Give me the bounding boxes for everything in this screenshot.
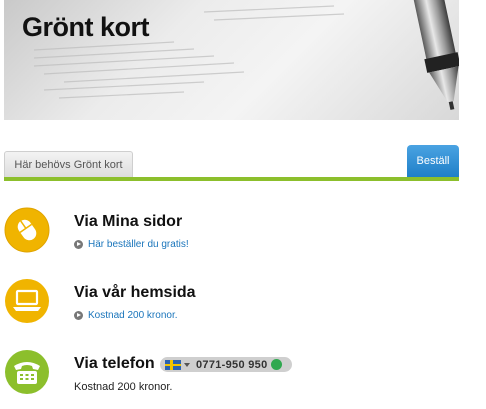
arrow-bullet-icon	[74, 311, 83, 320]
page-title: Grönt kort	[22, 12, 150, 42]
call-icon[interactable]	[270, 359, 282, 370]
option-link[interactable]: Här beställer du gratis!	[74, 239, 189, 250]
tab-har-behovs[interactable]: Här behövs Grönt kort	[4, 151, 133, 178]
option-link-text[interactable]: Kostnad 200 kronor.	[88, 310, 178, 321]
swedish-flag-icon	[165, 359, 181, 370]
laptop-icon	[5, 279, 49, 323]
option-price-text: Kostnad 200 kronor.	[74, 381, 173, 393]
telephone-icon	[5, 350, 49, 394]
option-title: Via telefon	[74, 355, 155, 372]
option-hemsida: Via vår hemsida Kostnad 200 kronor.	[4, 278, 464, 338]
tab-bestall[interactable]: Beställ	[407, 145, 459, 177]
tab-underline	[4, 177, 459, 181]
mouse-icon	[4, 207, 50, 253]
phone-number[interactable]: 0771-950 950	[196, 359, 268, 371]
option-title: Via vår hemsida	[74, 284, 196, 301]
option-link-text[interactable]: Här beställer du gratis!	[88, 239, 189, 250]
chevron-down-icon[interactable]	[184, 362, 190, 367]
phone-number-badge[interactable]: 0771-950 950	[160, 357, 292, 372]
hero-banner: Grönt kort	[4, 0, 459, 120]
option-title: Via Mina sidor	[74, 213, 183, 230]
option-mina-sidor: Via Mina sidor Här beställer du gratis!	[4, 207, 464, 267]
arrow-bullet-icon	[74, 240, 83, 249]
option-telefon: Via telefon 0771-950 950 Kostnad 200 kro…	[4, 349, 464, 409]
option-link[interactable]: Kostnad 200 kronor.	[74, 310, 178, 321]
tab-bar: Här behövs Grönt kort Beställ	[4, 145, 459, 180]
